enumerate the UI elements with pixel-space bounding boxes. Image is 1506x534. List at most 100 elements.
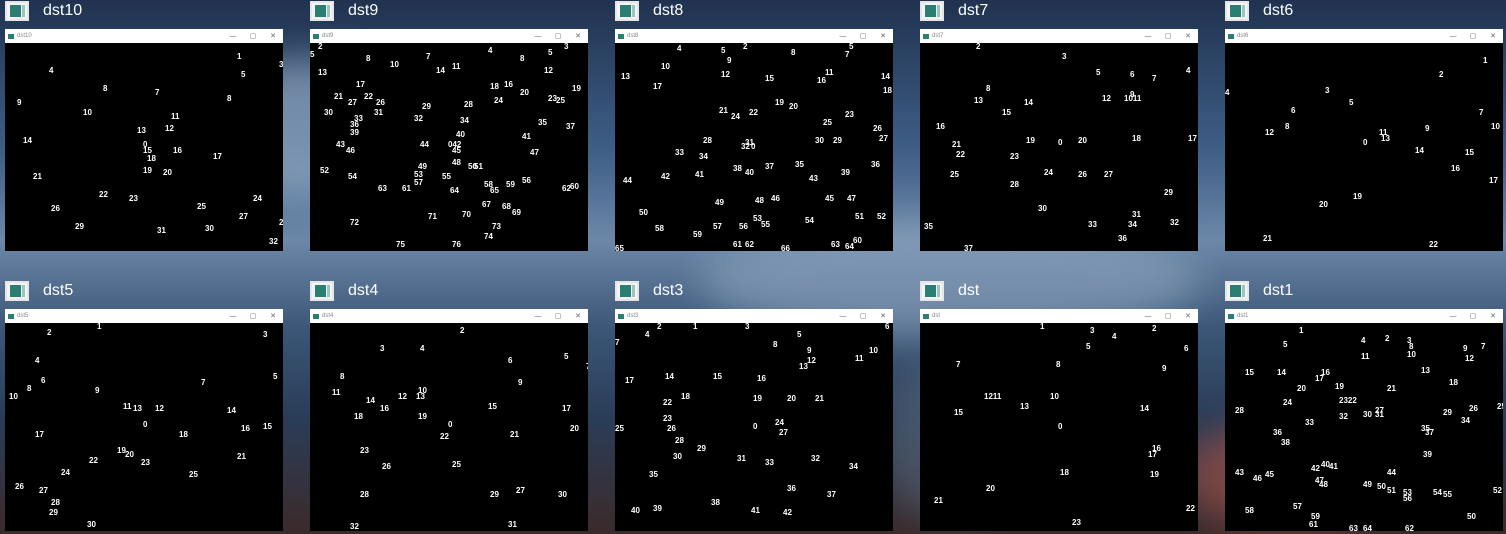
keypoint-label: 32 xyxy=(741,142,750,151)
keypoint-label: 21 xyxy=(33,172,42,181)
window-thumbnail-dst5[interactable]: dst5 — ▢ ✕ 1 2 3 4 5 6 8 9 7 10 11 13 12 14 0 16 15 17 18 19 20 2… xyxy=(5,309,283,531)
maximize-icon[interactable]: ▢ xyxy=(1463,312,1483,320)
window-thumbnail-dst4[interactable]: dst4—▢✕234567891011121314151617181902021… xyxy=(310,309,588,531)
keypoint-label: 15 xyxy=(765,74,774,83)
maximize-icon[interactable]: ▢ xyxy=(548,312,568,320)
keypoint-label: 1 xyxy=(237,52,242,61)
thumbnail-label-dst10[interactable]: dst10 xyxy=(5,0,82,22)
keypoint-label: 33 xyxy=(1305,418,1314,427)
maximize-icon[interactable]: ▢ xyxy=(853,32,873,40)
keypoint-label: 30 xyxy=(1363,410,1372,419)
keypoint-label: 16 xyxy=(380,404,389,413)
keypoint-label: 16 xyxy=(173,146,182,155)
keypoint-label: 5 xyxy=(564,352,569,361)
minimize-icon[interactable]: — xyxy=(1443,33,1463,40)
keypoint-label: 24 xyxy=(731,112,740,121)
keypoint-label: 25 xyxy=(197,202,206,211)
minimize-icon[interactable]: — xyxy=(1138,313,1158,320)
keypoint-label: 12 xyxy=(1465,354,1474,363)
keypoint-label: 8 xyxy=(986,84,991,93)
keypoint-label: 0 xyxy=(1363,138,1368,147)
keypoint-label: 20 xyxy=(163,168,172,177)
window-thumbnail-dst8[interactable]: dst8— ▢ ✕ 2 5 4 5 8 7 9 10 11 12 13 14 15 16 17 18 19 20 21 22… xyxy=(615,29,893,251)
window-thumbnail-dst1[interactable]: dst1— ▢ ✕ 1 3 4 2 5 8 9 7 10 11 12 13 15 14 16 17 18 19 20 21 2… xyxy=(1225,309,1503,531)
minimize-icon[interactable]: — xyxy=(833,313,853,320)
keypoint-label: 33 xyxy=(1088,220,1097,229)
keypoint-label: 7 xyxy=(615,338,620,347)
keypoint-label: 9 xyxy=(1162,364,1167,373)
keypoint-label: 56 xyxy=(1403,494,1412,503)
keypoint-label: 27 xyxy=(239,212,248,221)
maximize-icon[interactable]: ▢ xyxy=(548,32,568,40)
close-icon[interactable]: ✕ xyxy=(1178,32,1198,40)
maximize-icon[interactable]: ▢ xyxy=(1158,312,1178,320)
thumbnail-label-dst3[interactable]: dst3 xyxy=(615,280,683,302)
window-thumbnail-dst9[interactable]: dst9— ▢ ✕ 2 3 5 8 7 4 8 5 10 11 14 12 13 17 18 16 19 20 21 22 2… xyxy=(310,29,588,251)
keypoint-label: 3 xyxy=(1090,326,1095,335)
minimize-icon[interactable]: — xyxy=(1443,313,1463,320)
window-thumbnail-dst[interactable]: dst — ▢ ✕ 1 3 2 4 5 6 7 8 9 10 1211 13 14 15 0 16 17 18 19 20 21… xyxy=(920,309,1198,531)
thumbnail-label-dst1[interactable]: dst1 xyxy=(1225,280,1293,302)
keypoint-label: 26 xyxy=(873,124,882,133)
maximize-icon[interactable]: ▢ xyxy=(1463,32,1483,40)
maximize-icon[interactable]: ▢ xyxy=(243,32,263,40)
keypoint-label: 29 xyxy=(490,490,499,499)
maximize-icon[interactable]: ▢ xyxy=(853,312,873,320)
keypoint-label: 8 xyxy=(1056,360,1061,369)
thumbnail-label-dst5[interactable]: dst5 xyxy=(5,280,73,302)
keypoint-label: 12 xyxy=(155,404,164,413)
minimize-icon[interactable]: — xyxy=(528,33,548,40)
keypoint-label: 29 xyxy=(422,102,431,111)
maximize-icon[interactable]: ▢ xyxy=(243,312,263,320)
minimize-icon[interactable]: — xyxy=(223,33,243,40)
keypoint-label: 33 xyxy=(675,148,684,157)
keypoint-label: 18 xyxy=(1132,134,1141,143)
keypoint-label: 11 xyxy=(171,112,180,121)
keypoint-label: 4 xyxy=(1112,332,1117,341)
window-thumbnail-dst6[interactable]: dst6— ▢ ✕ 1 2 3 4 5 6 7 10 8 9 11 12 13 0 14 15 16 17 19 20 21 2… xyxy=(1225,29,1503,251)
keypoint-label: 31 xyxy=(737,454,746,463)
thumbnail-label-dst4[interactable]: dst4 xyxy=(310,280,378,302)
close-icon[interactable]: ✕ xyxy=(568,32,588,40)
window-title: dst5 xyxy=(17,313,29,319)
thumbnail-label-dst8[interactable]: dst8 xyxy=(615,0,683,22)
close-icon[interactable]: ✕ xyxy=(873,32,893,40)
keypoint-label: 9 xyxy=(1463,344,1468,353)
close-icon[interactable]: ✕ xyxy=(1483,312,1503,320)
keypoint-label: 2 xyxy=(279,218,283,227)
minimize-icon[interactable]: — xyxy=(1138,33,1158,40)
thumbnail-label-dst6[interactable]: dst6 xyxy=(1225,0,1293,22)
minimize-icon[interactable]: — xyxy=(833,33,853,40)
close-icon[interactable]: ✕ xyxy=(263,312,283,320)
image-canvas: 1 2 3 4 5 6 8 9 7 10 11 13 12 14 0 16 15 17 18 19 20 21 22 23 24… xyxy=(5,323,283,531)
close-icon[interactable]: ✕ xyxy=(873,312,893,320)
keypoint-label: 29 xyxy=(75,222,84,231)
close-icon[interactable]: ✕ xyxy=(1483,32,1503,40)
keypoint-label: 22 xyxy=(440,432,449,441)
keypoint-label: 46 xyxy=(1253,474,1262,483)
keypoint-label: 9 xyxy=(95,386,100,395)
keypoint-label: 10 xyxy=(83,108,92,117)
thumbnail-label-dst7[interactable]: dst7 xyxy=(920,0,988,22)
window-icon xyxy=(313,33,319,39)
keypoint-label: 63 xyxy=(378,184,387,193)
minimize-icon[interactable]: — xyxy=(223,313,243,320)
keypoint-label: 34 xyxy=(849,462,858,471)
thumbnail-label-dst9[interactable]: dst9 xyxy=(310,0,378,22)
window-thumbnail-dst10[interactable]: dst10— ▢ ✕ 1 3 4 5 8 7 8 9 10 11 12 13 14 0 15 16 18 17 19 20 2… xyxy=(5,29,283,251)
thumbnail-label-dst[interactable]: dst xyxy=(920,280,979,302)
close-icon[interactable]: ✕ xyxy=(263,32,283,40)
keypoint-label: 12 xyxy=(544,66,553,75)
window-thumbnail-dst7[interactable]: dst7— ▢ ✕ 2 3 5 6 7 4 8 9 13 14 12 1011 15 16 17 18 19 0 20 21… xyxy=(920,29,1198,251)
close-icon[interactable]: ✕ xyxy=(1178,312,1198,320)
keypoint-label: 49 xyxy=(1363,480,1372,489)
keypoint-label: 22 xyxy=(749,108,758,117)
maximize-icon[interactable]: ▢ xyxy=(1158,32,1178,40)
minimize-icon[interactable]: — xyxy=(528,313,548,320)
window-thumbnail-dst3[interactable]: dst3— ▢ ✕ 2 1 3 4 5 6 7 8 9 10 11 12 13 14 15 16 17 18 19 20 21… xyxy=(615,309,893,531)
keypoint-label: 60 xyxy=(570,182,579,191)
keypoint-label: 14 xyxy=(1140,404,1149,413)
close-icon[interactable]: ✕ xyxy=(568,312,588,320)
keypoint-label: 8 xyxy=(773,340,778,349)
keypoint-label: 2 xyxy=(743,43,748,51)
